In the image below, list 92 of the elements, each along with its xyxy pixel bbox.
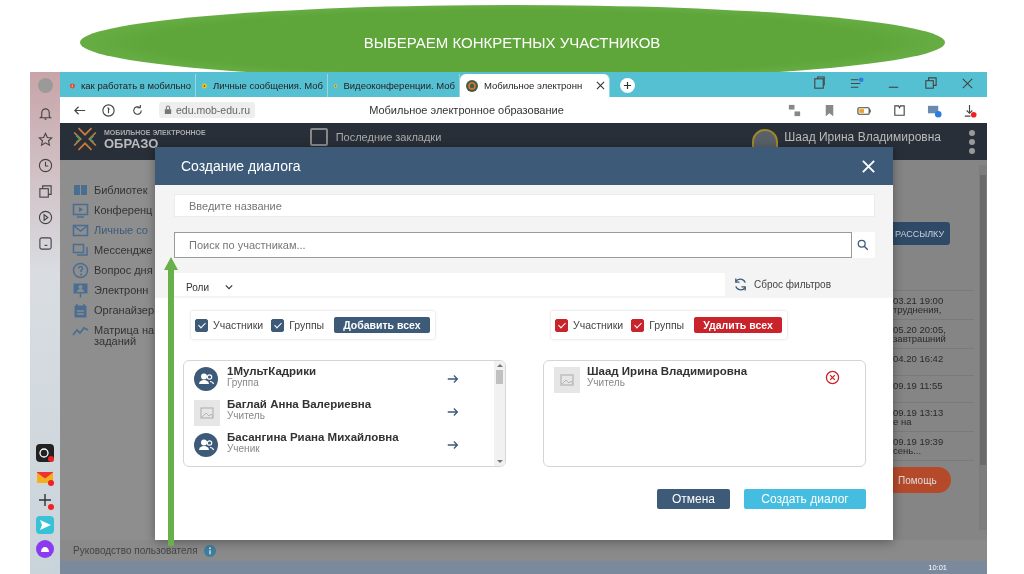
- monitor-play-icon: [72, 202, 89, 219]
- site-logo-icon: [466, 79, 478, 92]
- chevron-down-icon: [225, 284, 233, 290]
- add-icon[interactable]: [36, 492, 54, 510]
- member-name: Шаад Ирина Владимировна: [587, 364, 749, 378]
- scrollbar[interactable]: [979, 165, 987, 530]
- menu-item[interactable]: Электронн: [72, 282, 149, 299]
- help-icon: [72, 262, 89, 279]
- checkbox-label: Участники: [213, 319, 264, 331]
- info-icon[interactable]: [203, 544, 216, 557]
- page-title: Мобильное электронное образование: [369, 104, 564, 116]
- broadcast-button[interactable]: РАССЫЛКУ: [893, 222, 950, 245]
- clock-icon[interactable]: [37, 158, 53, 173]
- member-role: Учитель: [587, 378, 626, 388]
- app-icon[interactable]: [36, 444, 54, 462]
- envelope-icon: [72, 222, 89, 239]
- table-cell: 09.19 19:39 сень...: [893, 436, 944, 456]
- table-cell: 09.19 13:13 е на: [893, 407, 944, 427]
- new-tab-button[interactable]: [620, 78, 635, 93]
- table-cell: 05.20 20:05, завтрашний: [893, 324, 946, 344]
- search-field[interactable]: Поиск по участникам...: [174, 232, 852, 258]
- user-guide-link[interactable]: Руководство пользователя: [73, 545, 198, 556]
- square-icon[interactable]: [37, 236, 53, 251]
- image-placeholder-icon: [194, 400, 220, 426]
- table-cell: 09.19 11:55: [893, 380, 943, 391]
- remove-all-button[interactable]: Удалить всех: [694, 317, 782, 333]
- member-name: Басангина Риана Михайловна: [227, 430, 400, 444]
- lock-icon: [164, 105, 172, 115]
- member-role: Ученик: [227, 444, 261, 454]
- name-field[interactable]: Введите название: [174, 194, 875, 217]
- menu-item[interactable]: Вопрос дня: [72, 262, 153, 279]
- checkbox[interactable]: [631, 318, 645, 332]
- refresh-icon: [733, 277, 748, 292]
- roles-dropdown[interactable]: Роли: [174, 273, 725, 296]
- checkbox[interactable]: [271, 318, 285, 332]
- play-icon[interactable]: [37, 210, 53, 225]
- reload-icon[interactable]: [130, 102, 145, 118]
- checkbox-label: Участники: [573, 319, 624, 331]
- search-icon: [857, 239, 870, 251]
- dialog-title: Создание диалога: [181, 158, 301, 174]
- menu-item[interactable]: Матрица на заданий: [72, 322, 158, 347]
- translate-icon[interactable]: [787, 102, 802, 118]
- group-avatar-icon: [194, 433, 218, 457]
- menu-icon[interactable]: [849, 76, 864, 91]
- assistant-icon[interactable]: [36, 540, 54, 558]
- restore-icon[interactable]: [923, 76, 938, 91]
- calendar-icon: [72, 302, 89, 319]
- checkbox-label: Группы: [289, 319, 325, 331]
- checkbox-label: Группы: [649, 319, 685, 331]
- table-cell: 03.21 19:00 труднения,: [893, 295, 944, 315]
- close-button[interactable]: [861, 158, 876, 174]
- close-icon[interactable]: [596, 81, 605, 90]
- address-bar[interactable]: edu.mob-edu.ru: [159, 102, 256, 118]
- bookmarks-label[interactable]: Последние закладки: [335, 131, 442, 143]
- help-button[interactable]: Помощь: [893, 467, 951, 493]
- extension-icon[interactable]: [892, 102, 907, 118]
- browser-tab[interactable]: Мобильное электронн: [460, 74, 610, 97]
- logo-text: ОБРАЗО: [104, 136, 160, 151]
- menu-item[interactable]: Органайзер: [72, 302, 155, 319]
- group-avatar-icon: [194, 367, 218, 391]
- menu-item[interactable]: Мессендже: [72, 242, 153, 259]
- member-name: 1МультКадрики: [227, 364, 317, 378]
- cancel-button[interactable]: Отмена: [657, 489, 730, 509]
- bell-icon[interactable]: [37, 106, 53, 121]
- stack-icon[interactable]: [37, 184, 53, 199]
- chat-icon: [72, 242, 89, 259]
- arrow-right-icon[interactable]: [446, 438, 460, 452]
- arrow-right-icon[interactable]: [446, 405, 460, 419]
- remove-icon[interactable]: [825, 370, 840, 385]
- arrow-right-icon[interactable]: [446, 372, 460, 386]
- checkbox[interactable]: [195, 318, 208, 332]
- star-icon[interactable]: [37, 132, 53, 147]
- add-all-button[interactable]: Добавить всех: [334, 317, 430, 333]
- user-name[interactable]: Шаад Ирина Владимировна: [784, 126, 941, 144]
- reset-filters-button[interactable]: Сброс фильтров: [733, 277, 831, 292]
- scrollbar[interactable]: [494, 361, 505, 466]
- member-role: Группа: [227, 378, 259, 388]
- plus-icon: [623, 81, 632, 90]
- presenter-board-icon: [72, 282, 89, 299]
- member-role: Учитель: [227, 411, 266, 421]
- menu-item[interactable]: Библиотек: [72, 182, 148, 199]
- collections-icon[interactable]: [812, 76, 827, 91]
- search-button[interactable]: [851, 232, 875, 258]
- table-cell: 04.20 16:42: [893, 353, 944, 364]
- logo-icon: [72, 126, 98, 152]
- checkbox[interactable]: [555, 318, 568, 332]
- download-icon[interactable]: [962, 102, 977, 118]
- slide-title: ВЫБЕРАЕМ КОНКРЕТНЫХ УЧАСТНИКОВ: [363, 34, 661, 51]
- image-placeholder-icon: [554, 367, 580, 393]
- member-name: Баглай Анна Валериевна: [227, 397, 373, 411]
- browser-logo-icon[interactable]: [101, 102, 116, 118]
- menu-item[interactable]: Конференц: [72, 202, 153, 219]
